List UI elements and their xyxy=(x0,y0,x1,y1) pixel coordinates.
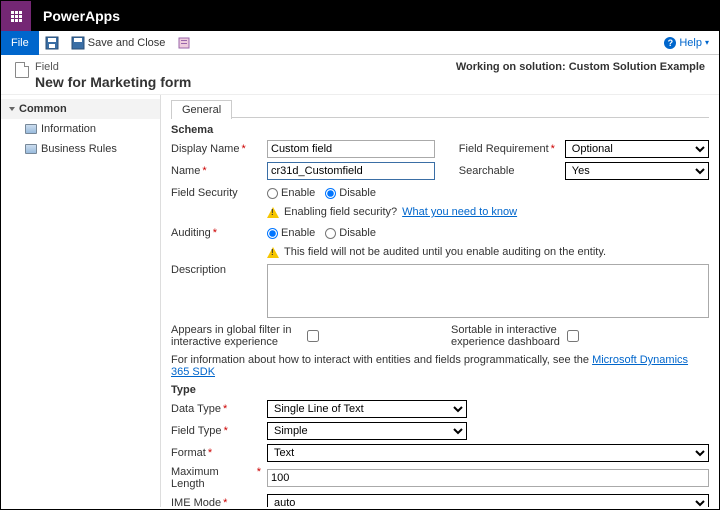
save-icon xyxy=(45,36,59,50)
field-security-disable-radio[interactable]: Disable xyxy=(325,187,376,199)
format-select[interactable]: Text xyxy=(267,444,709,462)
app-title: PowerApps xyxy=(43,8,120,24)
sidebar-nav: Common Information Business Rules xyxy=(1,95,161,507)
max-length-label: Maximum Length* xyxy=(171,466,261,490)
information-icon xyxy=(25,124,37,134)
max-length-input[interactable] xyxy=(267,469,709,487)
sidebar-item-business-rules[interactable]: Business Rules xyxy=(1,139,160,159)
save-close-icon xyxy=(71,36,85,50)
data-type-label: Data Type* xyxy=(171,403,261,415)
display-name-input[interactable] xyxy=(267,140,435,158)
field-security-warning: Enabling field security? What you need t… xyxy=(267,206,709,218)
rules-icon xyxy=(25,144,37,154)
global-filter-label: Appears in global filter in interactive … xyxy=(171,324,301,348)
warning-text: Enabling field security? xyxy=(284,206,397,218)
auditing-disable-radio[interactable]: Disable xyxy=(325,227,376,239)
sidebar-item-label: Information xyxy=(41,123,96,135)
field-security-label: Field Security xyxy=(171,187,261,199)
help-icon: ? xyxy=(664,37,676,49)
entity-type-label: Field xyxy=(35,61,59,73)
sortable-dashboard-checkbox[interactable] xyxy=(567,330,579,342)
field-security-enable-radio[interactable]: Enable xyxy=(267,187,315,199)
type-section-title: Type xyxy=(171,384,709,396)
caret-down-icon xyxy=(9,107,15,111)
top-bar: PowerApps xyxy=(1,1,719,31)
tab-general[interactable]: General xyxy=(171,100,232,119)
sortable-dashboard-label: Sortable in interactive experience dashb… xyxy=(451,324,561,348)
security-info-link[interactable]: What you need to know xyxy=(402,206,517,218)
field-requirement-select[interactable]: Optional xyxy=(565,140,709,158)
toolbar: File Save and Close ? Help ▾ xyxy=(1,31,719,55)
field-type-select[interactable]: Simple xyxy=(267,422,467,440)
auditing-warning: This field will not be audited until you… xyxy=(267,246,709,258)
field-entity-icon xyxy=(15,62,29,78)
warning-text: This field will not be audited until you… xyxy=(284,246,606,258)
auditing-enable-radio[interactable]: Enable xyxy=(267,227,315,239)
searchable-label: Searchable xyxy=(459,165,559,177)
sidebar-item-label: Business Rules xyxy=(41,143,117,155)
description-label: Description xyxy=(171,264,261,276)
properties-icon xyxy=(177,36,191,50)
global-filter-checkbox[interactable] xyxy=(307,330,319,342)
main-content: General Schema Display Name* Field Requi… xyxy=(161,95,719,507)
save-close-label: Save and Close xyxy=(88,37,166,49)
auditing-label: Auditing* xyxy=(171,227,261,239)
field-requirement-label: Field Requirement* xyxy=(459,143,559,155)
searchable-select[interactable]: Yes xyxy=(565,162,709,180)
display-name-label: Display Name* xyxy=(171,143,261,155)
sdk-info-text: For information about how to interact wi… xyxy=(171,354,709,378)
data-type-select[interactable]: Single Line of Text xyxy=(267,400,467,418)
help-label: Help xyxy=(679,37,702,49)
save-and-close-button[interactable]: Save and Close xyxy=(65,31,172,55)
ime-mode-select[interactable]: auto xyxy=(267,494,709,507)
page-title: New for Marketing form xyxy=(35,74,191,90)
field-type-label: Field Type* xyxy=(171,425,261,437)
ime-mode-label: IME Mode* xyxy=(171,497,261,507)
save-button[interactable] xyxy=(39,31,65,55)
sidebar-group-label: Common xyxy=(19,103,67,115)
format-label: Format* xyxy=(171,447,261,459)
description-textarea[interactable] xyxy=(267,264,709,318)
sidebar-group-common[interactable]: Common xyxy=(1,99,160,119)
page-header: Field New for Marketing form Working on … xyxy=(1,55,719,95)
schema-section-title: Schema xyxy=(171,124,709,136)
app-launcher-icon[interactable] xyxy=(1,1,31,31)
warning-icon xyxy=(267,207,279,218)
name-input[interactable] xyxy=(267,162,435,180)
help-link[interactable]: ? Help ▾ xyxy=(664,37,719,49)
file-tab[interactable]: File xyxy=(1,31,39,55)
properties-button[interactable] xyxy=(171,31,197,55)
name-label: Name* xyxy=(171,165,261,177)
sidebar-item-information[interactable]: Information xyxy=(1,119,160,139)
warning-icon xyxy=(267,247,279,258)
working-solution-label: Working on solution: Custom Solution Exa… xyxy=(456,61,705,73)
help-dropdown-icon: ▾ xyxy=(705,38,709,47)
